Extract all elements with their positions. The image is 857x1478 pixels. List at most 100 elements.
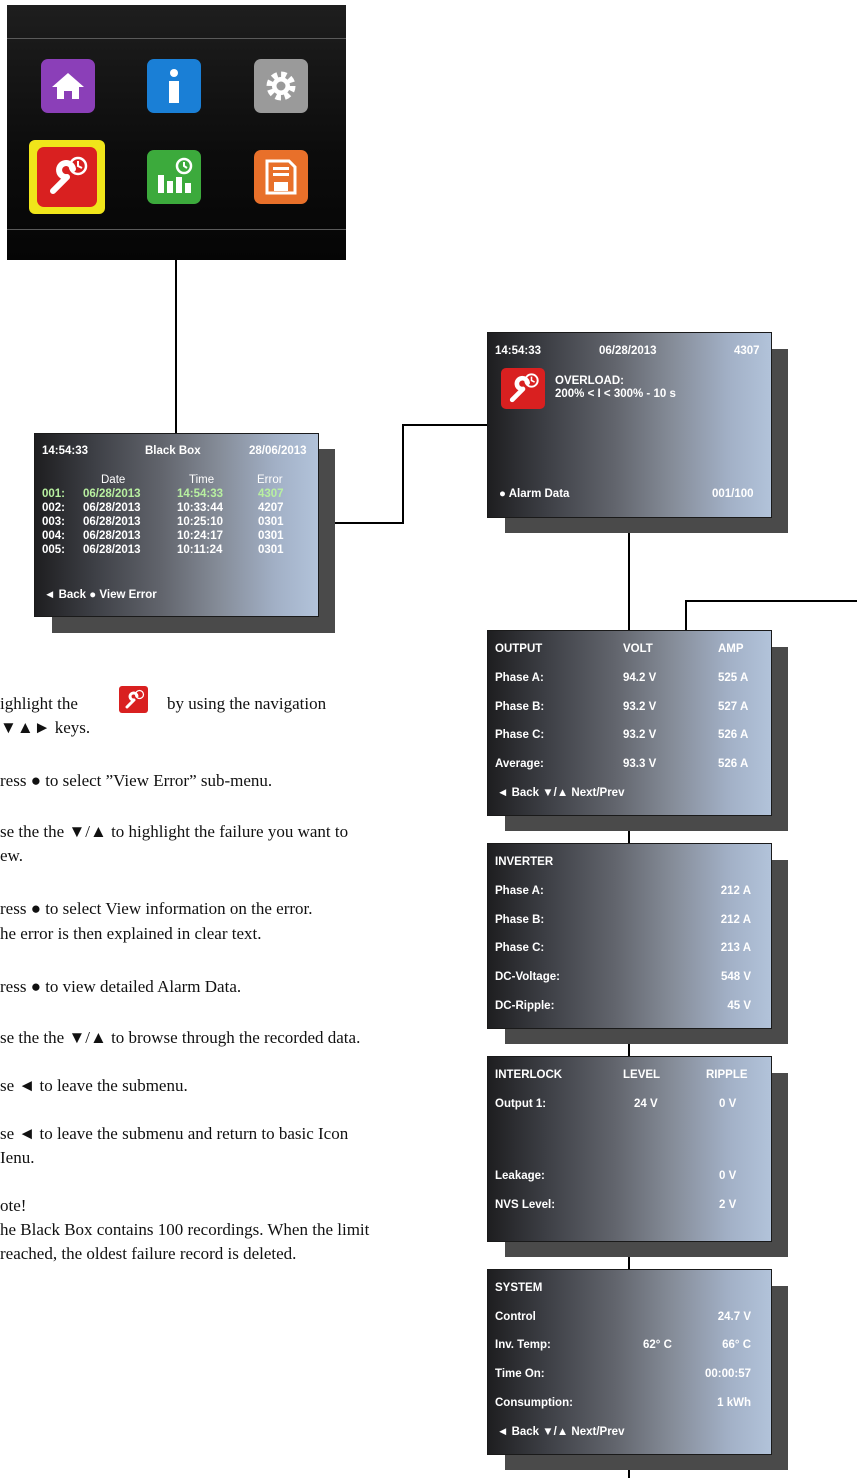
column-header-time: Time [189,474,215,486]
row-label: Phase A: [495,885,544,897]
instruction-item: he error is then explained in clear text… [0,922,262,946]
instruction-item: ▼▲► keys. [0,716,90,740]
row-time: 10:11:24 [177,544,223,556]
row-error: 0301 [258,516,284,528]
row-ripple: 0 V [719,1098,737,1110]
row-label: NVS Level: [495,1199,556,1211]
row-error: 0301 [258,530,284,542]
row-index: 004: [42,530,66,542]
service-tile[interactable] [37,147,97,207]
settings-tile[interactable] [254,59,308,113]
row-amp: 526 A [718,729,749,741]
table-row-selected[interactable]: 001: 06/28/2013 14:54:33 4307 [42,488,312,502]
row-error: 0301 [258,544,284,556]
row-value: 212 A [720,885,751,897]
row-label: Output 1: [495,1098,547,1110]
service-wrench-icon [50,156,88,194]
row-label: Phase A: [495,672,544,684]
save-icon [265,159,297,195]
save-tile[interactable] [254,150,308,204]
row-label: Control [495,1311,536,1323]
info-icon [169,69,179,103]
error-title: OVERLOAD: [555,375,624,387]
instruction-item: Ienu. [0,1146,34,1170]
row-label: Average: [495,758,544,770]
row-volt: 94.2 V [623,672,657,684]
row-level: 24 V [634,1098,658,1110]
row-volt: 93.2 V [623,729,657,741]
clock-time: 14:54:33 [42,445,89,457]
instruction-text: se ◄ to leave the submenu. [0,1076,188,1095]
row-index: 002: [42,502,66,514]
table-row[interactable]: 002: 06/28/2013 10:33:44 4207 [42,502,312,516]
info-tile[interactable] [147,59,201,113]
interlock-screen: INTERLOCK LEVEL RIPPLE Output 1: 24 V 0 … [487,1056,772,1242]
footer-hint: ◄ Back ▼/▲ Next/Prev [497,1426,625,1438]
row-label: Phase B: [495,914,545,926]
row-label: Inv. Temp: [495,1339,551,1351]
table-row[interactable]: 003: 06/28/2013 10:25:10 0301 [42,516,312,530]
clock-time: 14:54:33 [495,345,542,357]
instruction-item: se ◄ to leave the submenu. [0,1074,188,1098]
instruction-item: ighlight the [0,692,78,716]
row-date: 06/28/2013 [83,544,141,556]
instruction-item: ress ● to select ”View Error” sub-menu. [0,769,272,793]
instruction-text: Ienu. [0,1148,35,1167]
screen-date: 06/28/2013 [599,345,657,357]
instruction-text: he error is then explained in clear text… [0,924,262,943]
section-title: INTERLOCK [495,1069,563,1081]
row-error: 4307 [258,488,284,500]
row-volt: 93.3 V [623,758,657,770]
row-error: 4207 [258,502,284,514]
divider [7,38,346,39]
table-row[interactable]: 005: 06/28/2013 10:11:24 0301 [42,544,312,558]
statistics-tile[interactable] [147,150,201,204]
row-volt: 93.2 V [623,701,657,713]
row-label: Phase C: [495,729,545,741]
instruction-item: se the the ▼/▲ to browse through the rec… [0,1026,360,1050]
inverter-screen: INVERTER Phase A: 212 A Phase B: 212 A P… [487,843,772,1029]
row-value: 212 A [720,914,751,926]
row-label: DC-Ripple: [495,1000,555,1012]
row-amp: 525 A [718,672,749,684]
instruction-text: ress ● to select ”View Error” sub-menu. [0,771,273,790]
instruction-text: reached, the oldest failure record is de… [0,1244,297,1263]
table-row[interactable]: 004: 06/28/2013 10:24:17 0301 [42,530,312,544]
instruction-item: se the the ▼/▲ to highlight the failure … [0,820,348,844]
home-tile[interactable] [41,59,95,113]
error-description: 200% < I < 300% - 10 s [555,388,676,400]
settings-icon [266,71,296,101]
instruction-item: ew. [0,844,23,868]
column-header-error: Error [257,474,283,486]
row-value: 45 V [727,1000,751,1012]
black-box-screen: 14:54:33 Black Box 28/06/2013 Date Time … [34,433,319,617]
row-date: 06/28/2013 [83,516,141,528]
column-header-date: Date [101,474,126,486]
footer-hint: ◄ Back ▼/▲ Next/Prev [497,787,625,799]
instruction-text: se the the ▼/▲ to highlight the failure … [0,822,349,841]
output-screen: OUTPUT VOLT AMP Phase A: 94.2 V 525 A Ph… [487,630,772,816]
connector-line [175,260,177,434]
row-label: Phase B: [495,701,545,713]
column-header-ripple: RIPPLE [706,1069,748,1081]
instruction-item: ress ● to select View information on the… [0,897,313,921]
alarm-data-hint: ● Alarm Data [499,488,570,500]
row-label: DC-Voltage: [495,971,560,983]
row-label: Phase C: [495,942,545,954]
divider [7,229,346,230]
error-detail-screen: 14:54:33 06/28/2013 4307 OVERLOAD: 200% … [487,332,772,518]
instruction-text: by using the navigation [167,694,327,713]
connector-line [685,600,857,602]
instruction-text: ress ● to select View information on the… [0,899,313,918]
column-header-level: LEVEL [623,1069,661,1081]
row-time: 14:54:33 [177,488,224,500]
home-icon [52,73,84,99]
row-index: 003: [42,516,66,528]
icon-menu-panel [7,5,346,260]
column-header-amp: AMP [718,643,744,655]
row-value: 213 A [720,942,751,954]
row-ripple: 2 V [719,1199,737,1211]
instruction-item: ress ● to view detailed Alarm Data. [0,975,241,999]
row-date: 06/28/2013 [83,530,141,542]
row-value: 1 kWh [717,1397,751,1409]
